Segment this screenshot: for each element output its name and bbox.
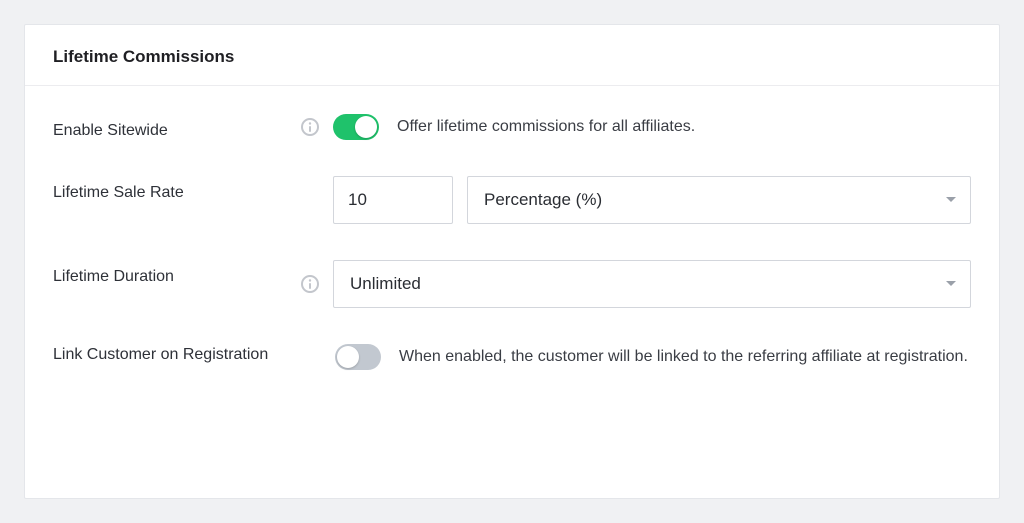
row-lifetime-sale-rate: Lifetime Sale Rate Percentage (%) [53, 158, 971, 242]
select-duration-value: Unlimited [350, 274, 421, 294]
chevron-down-icon [946, 197, 956, 203]
label-lifetime-duration: Lifetime Duration [53, 260, 301, 286]
desc-link-customer: When enabled, the customer will be linke… [399, 345, 971, 368]
input-sale-rate[interactable] [333, 176, 453, 224]
card-title: Lifetime Commissions [53, 47, 971, 67]
control-lifetime-sale-rate: Percentage (%) [301, 176, 971, 224]
control-enable-sitewide: Offer lifetime commissions for all affil… [301, 114, 971, 140]
settings-card: Lifetime Commissions Enable Sitewide Off… [24, 24, 1000, 499]
info-icon[interactable] [301, 275, 319, 293]
toggle-link-customer[interactable] [335, 344, 381, 370]
card-body: Enable Sitewide Offer lifetime commissio… [25, 86, 999, 398]
select-rate-type[interactable]: Percentage (%) [467, 176, 971, 224]
chevron-down-icon [946, 281, 956, 287]
select-duration[interactable]: Unlimited [333, 260, 971, 308]
label-enable-sitewide: Enable Sitewide [53, 114, 301, 140]
label-lifetime-sale-rate: Lifetime Sale Rate [53, 176, 301, 202]
control-lifetime-duration: Unlimited [301, 260, 971, 308]
row-enable-sitewide: Enable Sitewide Offer lifetime commissio… [53, 96, 971, 158]
desc-enable-sitewide: Offer lifetime commissions for all affil… [397, 115, 971, 138]
label-link-customer: Link Customer on Registration [53, 344, 335, 364]
control-link-customer: When enabled, the customer will be linke… [335, 344, 971, 370]
toggle-enable-sitewide[interactable] [333, 114, 379, 140]
toggle-knob [337, 346, 359, 368]
row-link-customer: Link Customer on Registration When enabl… [53, 326, 971, 388]
info-icon[interactable] [301, 118, 319, 136]
toggle-knob [355, 116, 377, 138]
card-header: Lifetime Commissions [25, 25, 999, 86]
select-rate-type-value: Percentage (%) [484, 190, 602, 210]
row-lifetime-duration: Lifetime Duration Unlimited [53, 242, 971, 326]
